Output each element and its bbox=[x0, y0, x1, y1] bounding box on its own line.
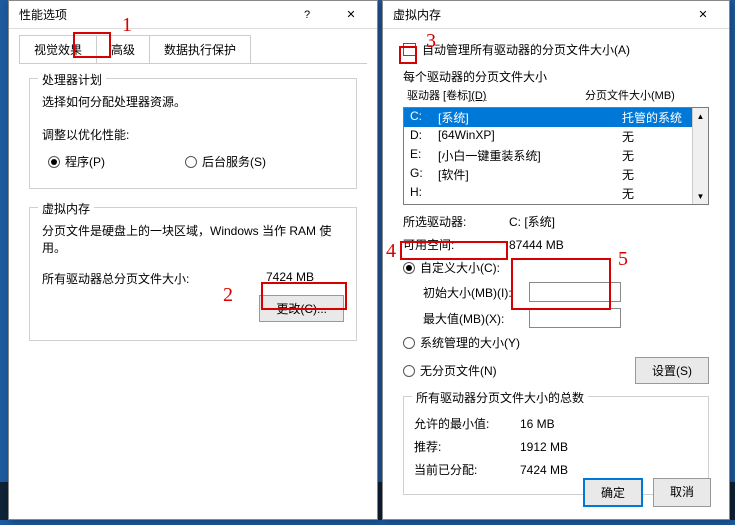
scroll-down-icon[interactable]: ▼ bbox=[693, 188, 708, 204]
radio-programs[interactable]: 程序(P) bbox=[48, 153, 105, 170]
ok-button[interactable]: 确定 bbox=[583, 478, 643, 507]
set-button[interactable]: 设置(S) bbox=[635, 357, 709, 384]
radio-background-services[interactable]: 后台服务(S) bbox=[185, 153, 266, 170]
drive-row[interactable]: E:[小白一键重装系统]无 bbox=[404, 146, 708, 165]
drive-row[interactable]: G:[软件]无 bbox=[404, 165, 708, 184]
min-value: 16 MB bbox=[520, 417, 698, 431]
min-label: 允许的最小值: bbox=[414, 415, 520, 432]
radio-no-paging[interactable]: 无分页文件(N) bbox=[403, 362, 635, 379]
scroll-up-icon[interactable]: ▲ bbox=[693, 108, 708, 124]
rec-label: 推荐: bbox=[414, 438, 520, 455]
free-space-label: 可用空间: bbox=[403, 236, 509, 253]
radio-custom-size[interactable]: 自定义大小(C): bbox=[403, 259, 709, 276]
drive-list-header: 驱动器 [卷标](D) 分页文件大小(MB) bbox=[403, 87, 709, 103]
performance-options-window: 性能选项 ? ✕ 视觉效果 高级 数据执行保护 处理器计划 选择如何分配处理器资… bbox=[8, 0, 378, 520]
vm-desc: 分页文件是硬盘上的一块区域，Windows 当作 RAM 使用。 bbox=[42, 222, 344, 256]
max-size-label: 最大值(MB)(X): bbox=[423, 310, 529, 327]
sched-desc: 选择如何分配处理器资源。 bbox=[42, 93, 344, 110]
selected-drive-value: C: [系统] bbox=[509, 213, 709, 230]
window-title: 虚拟内存 bbox=[393, 6, 681, 23]
radio-label: 系统管理的大小(Y) bbox=[420, 334, 520, 351]
initial-size-label: 初始大小(MB)(I): bbox=[423, 284, 529, 301]
group-title: 虚拟内存 bbox=[38, 200, 94, 217]
radio-icon bbox=[403, 365, 415, 377]
left-content: 处理器计划 选择如何分配处理器资源。 调整以优化性能: 程序(P) 后台服务(S… bbox=[9, 64, 377, 373]
total-value: 7424 MB bbox=[266, 270, 314, 287]
titlebar: 性能选项 ? ✕ bbox=[9, 1, 377, 29]
each-drive-label: 每个驱动器的分页文件大小 bbox=[403, 68, 709, 85]
tab-visual-effects[interactable]: 视觉效果 bbox=[19, 35, 97, 63]
radio-icon bbox=[403, 337, 415, 349]
radio-label: 无分页文件(N) bbox=[420, 362, 497, 379]
cur-label: 当前已分配: bbox=[414, 461, 520, 478]
radio-label: 后台服务(S) bbox=[202, 153, 266, 170]
close-button[interactable]: ✕ bbox=[681, 2, 725, 28]
cancel-button[interactable]: 取消 bbox=[653, 478, 711, 507]
virtual-memory-window: 虚拟内存 ✕ 自动管理所有驱动器的分页文件大小(A) 每个驱动器的分页文件大小 … bbox=[382, 0, 730, 520]
selected-drive-label: 所选驱动器: bbox=[403, 213, 509, 230]
adjust-label: 调整以优化性能: bbox=[42, 126, 344, 143]
titlebar: 虚拟内存 ✕ bbox=[383, 1, 729, 29]
cur-value: 7424 MB bbox=[520, 463, 698, 477]
radio-icon bbox=[185, 156, 197, 168]
footer-buttons: 确定 取消 bbox=[583, 478, 711, 507]
radio-icon bbox=[48, 156, 60, 168]
group-title: 处理器计划 bbox=[38, 71, 106, 88]
drive-row[interactable]: H:无 bbox=[404, 184, 708, 203]
tab-advanced[interactable]: 高级 bbox=[96, 35, 150, 63]
group-title: 所有驱动器分页文件大小的总数 bbox=[412, 389, 588, 406]
drive-list[interactable]: C:[系统]托管的系统D:[64WinXP]无E:[小白一键重装系统]无G:[软… bbox=[403, 107, 709, 205]
window-title: 性能选项 bbox=[19, 6, 285, 23]
virtual-memory-group: 虚拟内存 分页文件是硬盘上的一块区域，Windows 当作 RAM 使用。 所有… bbox=[29, 207, 357, 341]
max-size-input[interactable] bbox=[529, 308, 621, 328]
rec-value: 1912 MB bbox=[520, 440, 698, 454]
help-button[interactable]: ? bbox=[285, 2, 329, 28]
free-space-value: 87444 MB bbox=[509, 238, 709, 252]
auto-manage-checkbox[interactable] bbox=[403, 43, 416, 56]
change-button[interactable]: 更改(C)... bbox=[259, 295, 344, 322]
right-content: 自动管理所有驱动器的分页文件大小(A) 每个驱动器的分页文件大小 驱动器 [卷标… bbox=[383, 29, 729, 525]
tab-strip: 视觉效果 高级 数据执行保护 bbox=[9, 29, 377, 63]
radio-label: 自定义大小(C): bbox=[420, 259, 500, 276]
auto-manage-label: 自动管理所有驱动器的分页文件大小(A) bbox=[422, 41, 630, 58]
total-label: 所有驱动器总分页文件大小: bbox=[42, 270, 189, 287]
processor-scheduling-group: 处理器计划 选择如何分配处理器资源。 调整以优化性能: 程序(P) 后台服务(S… bbox=[29, 78, 357, 189]
close-button[interactable]: ✕ bbox=[329, 2, 373, 28]
initial-size-input[interactable] bbox=[529, 282, 621, 302]
tab-dep[interactable]: 数据执行保护 bbox=[149, 35, 251, 63]
drive-row[interactable]: D:[64WinXP]无 bbox=[404, 127, 708, 146]
radio-icon bbox=[403, 262, 415, 274]
drive-row[interactable]: C:[系统]托管的系统 bbox=[404, 108, 708, 127]
radio-system-managed[interactable]: 系统管理的大小(Y) bbox=[403, 334, 709, 351]
radio-label: 程序(P) bbox=[65, 153, 105, 170]
scrollbar[interactable]: ▲ ▼ bbox=[692, 108, 708, 204]
